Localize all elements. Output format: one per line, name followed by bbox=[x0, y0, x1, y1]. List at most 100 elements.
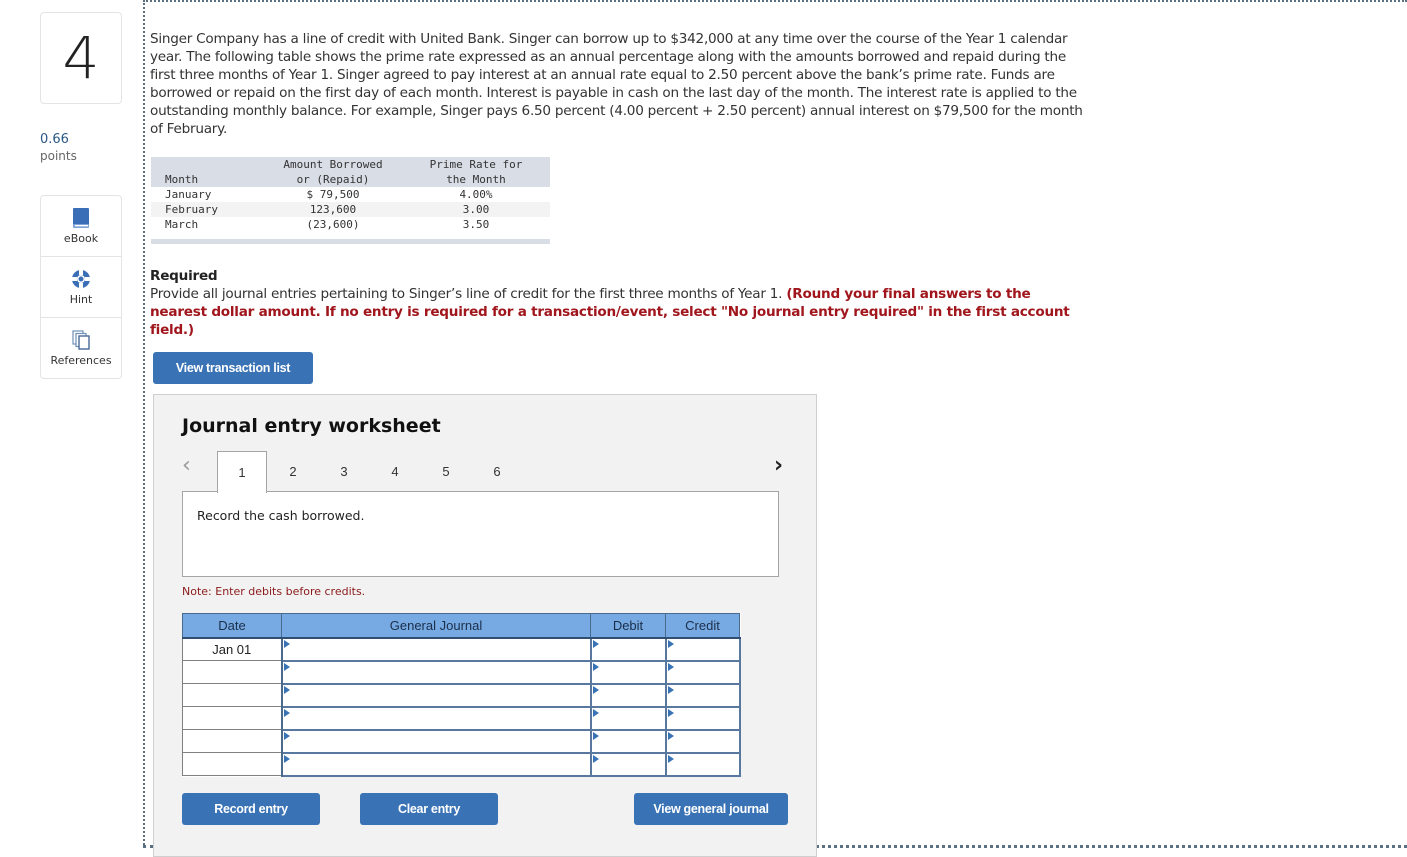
credit-field[interactable] bbox=[664, 660, 741, 685]
debit-field[interactable] bbox=[589, 683, 667, 708]
date-cell bbox=[182, 706, 283, 730]
debit-input[interactable] bbox=[591, 661, 665, 683]
date-cell bbox=[182, 729, 283, 753]
date-cell bbox=[182, 660, 283, 684]
col-credit: Credit bbox=[665, 613, 740, 639]
debit-input[interactable] bbox=[591, 753, 665, 775]
required-title: Required bbox=[150, 268, 218, 284]
tab-entry-2[interactable]: 2 bbox=[268, 451, 318, 492]
col-debit: Debit bbox=[590, 613, 666, 639]
ebook-button[interactable]: eBook bbox=[41, 196, 121, 257]
journal-row bbox=[182, 660, 741, 685]
row-month: February bbox=[165, 203, 218, 216]
references-button[interactable]: References bbox=[41, 318, 121, 379]
account-input[interactable] bbox=[282, 661, 590, 683]
debit-input[interactable] bbox=[591, 684, 665, 706]
credit-input[interactable] bbox=[666, 753, 739, 775]
account-field[interactable] bbox=[280, 729, 592, 754]
row-rate: 4.00% bbox=[459, 188, 493, 201]
journal-row bbox=[182, 683, 741, 708]
credit-input[interactable] bbox=[666, 638, 739, 660]
credit-input[interactable] bbox=[666, 661, 739, 683]
credit-input[interactable] bbox=[666, 684, 739, 706]
journal-row: Jan 01 bbox=[182, 637, 741, 662]
rate-table-row: January $ 79,500 4.00% bbox=[151, 187, 550, 202]
account-input[interactable] bbox=[282, 638, 590, 660]
account-input[interactable] bbox=[282, 684, 590, 706]
col-general-journal: General Journal bbox=[281, 613, 591, 639]
debit-field[interactable] bbox=[589, 637, 667, 662]
account-field[interactable] bbox=[280, 660, 592, 685]
header-month: Month bbox=[165, 173, 199, 186]
debit-field[interactable] bbox=[589, 706, 667, 731]
row-month: January bbox=[165, 188, 212, 201]
header-amount-line2: or (Repaid) bbox=[296, 173, 370, 186]
view-general-journal-button[interactable]: View general journal bbox=[634, 793, 788, 825]
required-section: Required Provide all journal entries per… bbox=[150, 267, 1085, 339]
question-number: 4 bbox=[40, 12, 122, 104]
previous-entry-chevron-icon[interactable]: ‹ bbox=[182, 453, 191, 478]
row-amount: 123,600 bbox=[309, 203, 357, 216]
credit-field[interactable] bbox=[664, 683, 741, 708]
account-field[interactable] bbox=[280, 752, 592, 777]
debit-input[interactable] bbox=[591, 638, 665, 660]
clear-entry-button[interactable]: Clear entry bbox=[360, 793, 498, 825]
row-rate: 3.00 bbox=[462, 203, 490, 216]
next-entry-chevron-icon[interactable]: › bbox=[774, 453, 783, 478]
credit-input[interactable] bbox=[666, 707, 739, 729]
book-icon bbox=[73, 207, 89, 228]
debit-field[interactable] bbox=[589, 752, 667, 777]
ebook-label: eBook bbox=[63, 231, 99, 245]
account-field[interactable] bbox=[280, 683, 592, 708]
hint-label: Hint bbox=[69, 292, 93, 306]
entry-prompt-box: Record the cash borrowed. bbox=[182, 491, 779, 577]
header-rate-line1: Prime Rate for bbox=[429, 158, 523, 171]
date-cell: Jan 01 bbox=[182, 637, 283, 661]
account-input[interactable] bbox=[282, 730, 590, 752]
rate-table-row: February 123,600 3.00 bbox=[151, 202, 550, 217]
rate-table-header: Month Amount Borrowed or (Repaid) Prime … bbox=[151, 157, 550, 187]
tab-entry-5[interactable]: 5 bbox=[421, 451, 471, 492]
row-amount: $ 79,500 bbox=[306, 188, 360, 201]
copy-pages-icon bbox=[72, 330, 90, 350]
record-entry-button[interactable]: Record entry bbox=[182, 793, 320, 825]
date-cell bbox=[182, 752, 283, 776]
journal-header-row: Date General Journal Debit Credit bbox=[182, 613, 740, 639]
points-value: 0.66 bbox=[40, 132, 69, 147]
question-number-text: 4 bbox=[62, 24, 100, 92]
debit-field[interactable] bbox=[589, 660, 667, 685]
tab-entry-1[interactable]: 1 bbox=[217, 451, 267, 493]
debit-input[interactable] bbox=[591, 730, 665, 752]
account-field[interactable] bbox=[280, 637, 592, 662]
account-field[interactable] bbox=[280, 706, 592, 731]
debit-input[interactable] bbox=[591, 707, 665, 729]
question-intro: Singer Company has a line of credit with… bbox=[150, 31, 1083, 137]
account-input[interactable] bbox=[282, 707, 590, 729]
hint-button[interactable]: Hint bbox=[41, 257, 121, 318]
credit-field[interactable] bbox=[664, 752, 741, 777]
tab-entry-3[interactable]: 3 bbox=[319, 451, 369, 492]
points-label: points bbox=[40, 149, 77, 163]
tab-entry-6[interactable]: 6 bbox=[472, 451, 522, 492]
journal-row bbox=[182, 729, 741, 754]
credit-field[interactable] bbox=[664, 729, 741, 754]
points-display: 0.66 points bbox=[40, 132, 77, 163]
credit-input[interactable] bbox=[666, 730, 739, 752]
journal-row bbox=[182, 706, 741, 731]
lifebuoy-icon bbox=[72, 269, 90, 288]
general-journal-table: Date General Journal Debit Credit Jan 01 bbox=[182, 613, 741, 777]
header-rate-line2: the Month bbox=[446, 173, 506, 186]
tab-entry-4[interactable]: 4 bbox=[370, 451, 420, 492]
row-month: March bbox=[165, 218, 199, 231]
credit-field[interactable] bbox=[664, 706, 741, 731]
debit-field[interactable] bbox=[589, 729, 667, 754]
required-text: Provide all journal entries pertaining t… bbox=[150, 286, 787, 302]
date-cell bbox=[182, 683, 283, 707]
account-input[interactable] bbox=[282, 753, 590, 775]
col-date: Date bbox=[182, 613, 282, 639]
view-transaction-list-button[interactable]: View transaction list bbox=[153, 352, 313, 384]
journal-row bbox=[182, 752, 741, 777]
credit-field[interactable] bbox=[664, 637, 741, 662]
row-rate: 3.50 bbox=[462, 218, 490, 231]
worksheet-title: Journal entry worksheet bbox=[182, 415, 441, 437]
